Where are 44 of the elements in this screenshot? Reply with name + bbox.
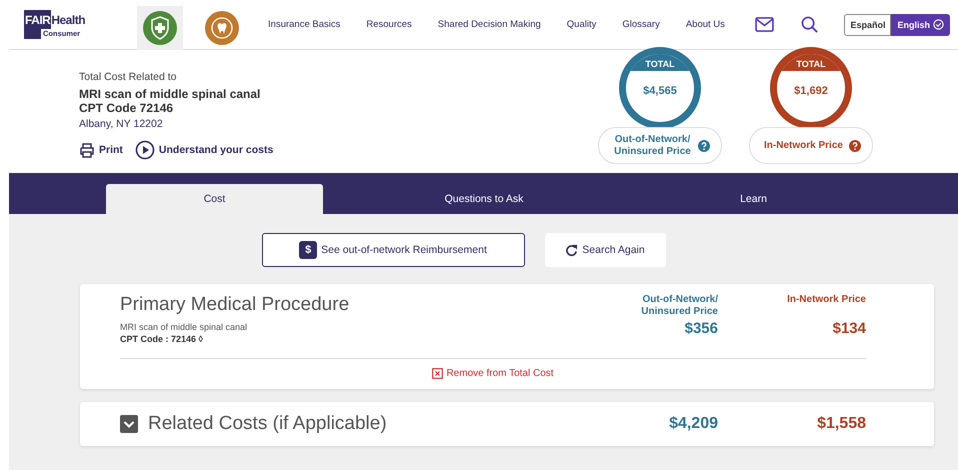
procedure-description: MRI scan of middle spinal canal <box>120 322 248 332</box>
tab[interactable]: Cost <box>106 184 323 214</box>
category-tab[interactable] <box>137 6 184 50</box>
nav-link[interactable]: Glossary <box>622 19 660 30</box>
collapse-icon[interactable] <box>120 415 138 433</box>
search-icon[interactable] <box>800 16 818 33</box>
remove-link[interactable]: Remove from Total Cost <box>432 368 554 379</box>
card-title: Primary Medical Procedure <box>120 294 350 316</box>
price-type-button[interactable]: Out-of-Network/ Uninsured Price <box>598 127 722 164</box>
nav-link[interactable]: About Us <box>686 19 725 30</box>
nav-link[interactable]: Resources <box>366 19 412 30</box>
procedure-code: CPT Code 72146 <box>79 101 174 115</box>
nav-link[interactable]: Quality <box>566 19 596 30</box>
column-heading: In-Network Price <box>787 294 866 307</box>
summary-intro: Total Cost Related to <box>79 71 178 83</box>
action-button[interactable]: Search Again <box>544 233 666 267</box>
language-button[interactable]: English <box>891 14 950 36</box>
tab[interactable]: Questions to Ask <box>323 184 645 214</box>
close-box-icon <box>432 368 444 379</box>
action-button[interactable]: $ See out-of-network Reimbursement <box>262 233 524 267</box>
mail-icon[interactable] <box>754 17 774 32</box>
tab[interactable]: Learn <box>645 184 862 214</box>
check-circle-icon <box>933 19 944 30</box>
dollar-icon: $ <box>299 241 318 259</box>
nav-link[interactable]: Shared Decision Making <box>438 19 541 30</box>
refresh-icon <box>565 244 578 256</box>
help-icon[interactable] <box>698 140 710 152</box>
price-amount: $4,209 <box>668 415 718 433</box>
price-type-button[interactable]: In-Network Price <box>749 127 873 164</box>
price-amount: $1,558 <box>816 415 866 433</box>
print-link[interactable]: Print <box>99 144 123 156</box>
help-icon[interactable] <box>848 140 860 152</box>
language-button[interactable]: Español <box>844 14 892 36</box>
nav-link[interactable]: Insurance Basics <box>268 19 340 30</box>
procedure-code: CPT Code : 72146 ◊ <box>120 334 204 344</box>
printer-icon <box>79 142 95 158</box>
card-title: Related Costs (if Applicable) <box>148 413 388 435</box>
play-link[interactable]: Understand your costs <box>158 144 274 156</box>
play-icon <box>134 140 155 160</box>
price-amount: $134 <box>832 320 866 337</box>
procedure-name: MRI scan of middle spinal canal <box>79 87 262 101</box>
price-amount: $356 <box>684 320 718 337</box>
column-heading: Out-of-Network/ Uninsured Price <box>640 294 718 319</box>
location: Albany, NY 12202 <box>79 118 164 130</box>
